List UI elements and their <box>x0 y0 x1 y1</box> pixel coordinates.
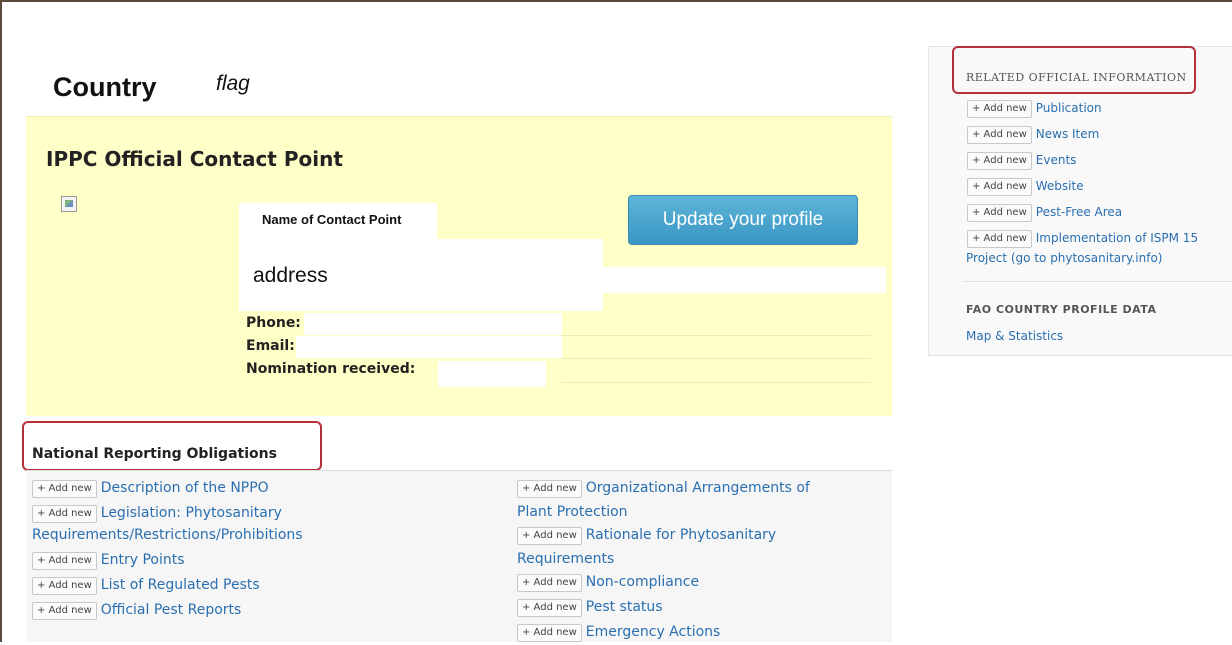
map-statistics-link[interactable]: Map & Statistics <box>966 329 1063 343</box>
related-link[interactable]: News Item <box>1036 127 1100 141</box>
nro-left-column: + Add new Description of the NPPO + Add n… <box>32 476 512 623</box>
list-item: + Add new News Item <box>967 121 1198 147</box>
address-strip <box>603 267 886 293</box>
list-item: + Add new Organizational Arrangements of … <box>517 476 887 523</box>
list-item: + Add new Implementation of ISPM 15 <box>967 225 1198 251</box>
list-item: + Add new Emergency Actions <box>517 620 887 645</box>
related-link[interactable]: Events <box>1036 153 1077 167</box>
list-item: + Add new Legislation: Phytosanitary Requ… <box>32 501 512 544</box>
related-link[interactable]: Website <box>1036 179 1084 193</box>
list-item: + Add new Rationale for Phytosanitary Req… <box>517 523 887 570</box>
nro-link[interactable]: Description of the NPPO <box>101 480 269 496</box>
add-new-button[interactable]: + Add new <box>517 599 582 617</box>
contact-point-title: IPPC Official Contact Point <box>46 147 343 171</box>
list-item: + Add new Description of the NPPO <box>32 476 512 501</box>
nro-highlight <box>22 421 322 471</box>
nro-link[interactable]: Organizational Arrangements of <box>586 480 810 496</box>
add-new-button[interactable]: + Add new <box>517 480 582 498</box>
related-info-list: + Add new Publication + Add new News Item … <box>967 95 1198 251</box>
nomination-value <box>438 361 546 387</box>
nro-link[interactable]: Non-compliance <box>586 574 699 590</box>
list-item: + Add new Entry Points <box>32 548 512 573</box>
field-divider <box>561 382 871 383</box>
list-item: + Add new Pest status <box>517 595 887 620</box>
nro-link[interactable]: Entry Points <box>101 552 185 568</box>
phone-label: Phone: <box>246 315 301 331</box>
email-label: Email: <box>246 338 295 354</box>
email-value <box>296 336 562 358</box>
contact-point-panel: IPPC Official Contact Point Name of Cont… <box>26 116 892 416</box>
add-new-button[interactable]: + Add new <box>967 178 1032 196</box>
list-item: + Add new Events <box>967 147 1198 173</box>
nro-link[interactable]: Pest status <box>586 599 663 615</box>
related-info-highlight <box>952 46 1196 94</box>
nro-link[interactable]: Legislation: Phytosanitary <box>101 505 282 521</box>
field-divider <box>561 335 871 336</box>
contact-name-label: Name of Contact Point <box>262 212 402 227</box>
add-new-button[interactable]: + Add new <box>32 480 97 498</box>
add-new-button[interactable]: + Add new <box>32 505 97 523</box>
list-item: + Add new Publication <box>967 95 1198 121</box>
add-new-button[interactable]: + Add new <box>967 204 1032 222</box>
add-new-button[interactable]: + Add new <box>32 602 97 620</box>
phone-value <box>304 313 562 335</box>
list-item: + Add new Website <box>967 173 1198 199</box>
nro-link[interactable]: Official Pest Reports <box>101 602 242 618</box>
related-link[interactable]: Publication <box>1036 101 1102 115</box>
fao-data-title: FAO COUNTRY PROFILE DATA <box>966 303 1157 316</box>
contact-address: address <box>253 264 328 287</box>
page-title: Country <box>53 72 157 102</box>
add-new-button[interactable]: + Add new <box>517 574 582 592</box>
add-new-button[interactable]: + Add new <box>967 100 1032 118</box>
nro-link[interactable]: Emergency Actions <box>586 624 721 640</box>
related-link[interactable]: Implementation of ISPM 15 <box>1036 231 1198 245</box>
nro-link-cont[interactable]: Plant Protection <box>517 501 887 523</box>
add-new-button[interactable]: + Add new <box>32 552 97 570</box>
list-item: + Add new Pest-Free Area <box>967 199 1198 225</box>
add-new-button[interactable]: + Add new <box>967 230 1032 248</box>
update-profile-button[interactable]: Update your profile <box>628 195 858 245</box>
add-new-button[interactable]: + Add new <box>967 152 1032 170</box>
sidebar-divider <box>962 281 1232 282</box>
list-item: + Add new Official Pest Reports <box>32 598 512 623</box>
flag-placeholder: flag <box>216 72 250 95</box>
broken-image-icon <box>61 196 77 212</box>
add-new-button[interactable]: + Add new <box>32 577 97 595</box>
nro-right-column: + Add new Organizational Arrangements of … <box>517 476 887 645</box>
field-divider <box>561 358 871 359</box>
related-link[interactable]: Pest-Free Area <box>1036 205 1122 219</box>
add-new-button[interactable]: + Add new <box>517 527 582 545</box>
add-new-button[interactable]: + Add new <box>967 126 1032 144</box>
nro-link-cont[interactable]: Requirements <box>517 548 887 570</box>
project-link[interactable]: Project (go to phytosanitary.info) <box>966 251 1163 265</box>
list-item: + Add new Non-compliance <box>517 570 887 595</box>
nomination-label: Nomination received: <box>246 361 416 377</box>
list-item: + Add new List of Regulated Pests <box>32 573 512 598</box>
add-new-button[interactable]: + Add new <box>517 624 582 642</box>
nro-link[interactable]: Rationale for Phytosanitary <box>586 527 776 543</box>
nro-link[interactable]: List of Regulated Pests <box>101 577 260 593</box>
nro-link-cont[interactable]: Requirements/Restrictions/Prohibitions <box>32 526 512 544</box>
